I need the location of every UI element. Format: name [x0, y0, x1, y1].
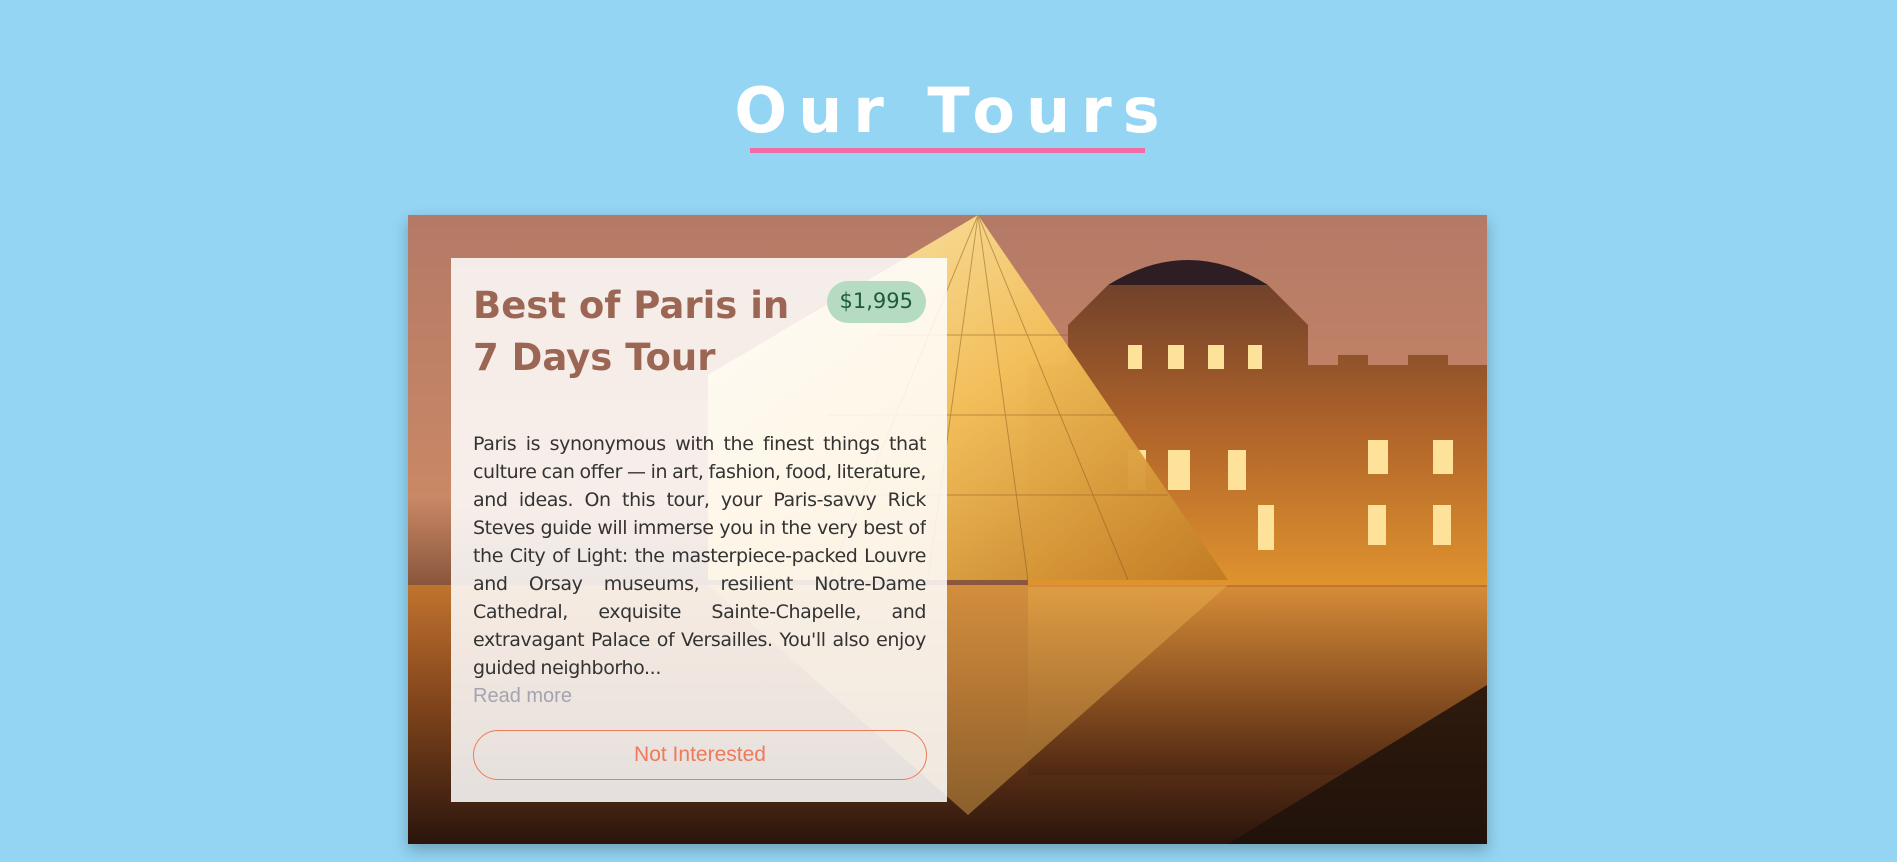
- not-interested-button[interactable]: Not Interested: [473, 730, 927, 780]
- page-header: Our Tours: [0, 72, 1897, 150]
- tour-card: Best of Paris in 7 Days Tour $1,995 Pari…: [408, 215, 1487, 844]
- tour-description: Paris is synonymous with the finest thin…: [473, 433, 926, 679]
- price-badge: $1,995: [826, 281, 926, 323]
- tour-name: Best of Paris in 7 Days Tour: [473, 284, 790, 379]
- tour-info-panel: Best of Paris in 7 Days Tour $1,995 Pari…: [451, 258, 947, 802]
- tour-header: Best of Paris in 7 Days Tour $1,995: [473, 280, 926, 400]
- page-title: Our Tours: [734, 74, 1171, 147]
- title-underline: [750, 148, 1145, 153]
- read-more-link[interactable]: Read more: [473, 682, 926, 710]
